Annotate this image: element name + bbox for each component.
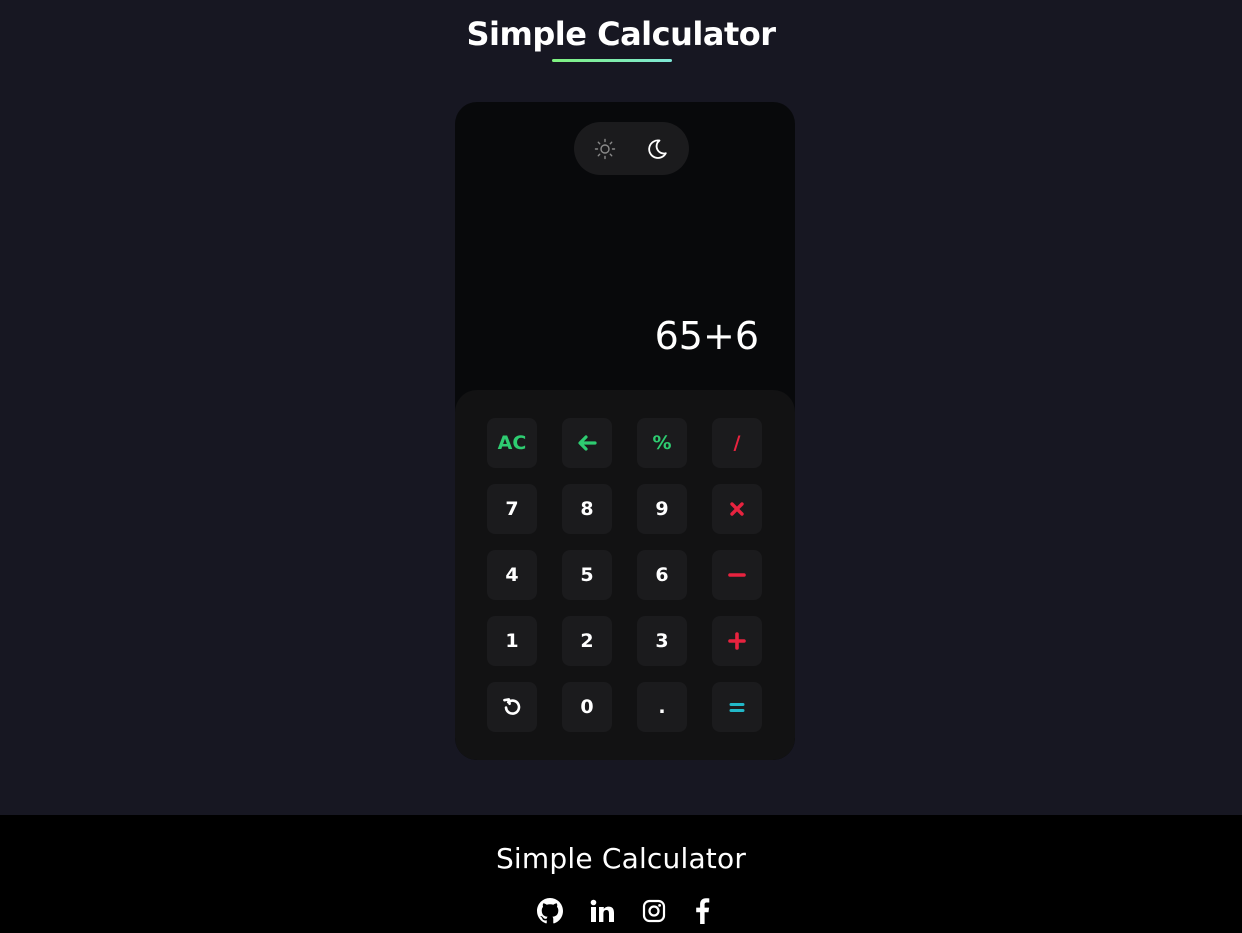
linkedin-icon [590,899,614,922]
digit-9-button[interactable]: 9 [637,484,687,534]
facebook-icon [696,898,710,924]
digit-4-button[interactable]: 4 [487,550,537,600]
arrow-left-icon [578,435,597,451]
equals-button[interactable] [712,682,762,732]
digit-5-button[interactable]: 5 [562,550,612,600]
linkedin-link[interactable] [588,897,616,925]
digit-2-button[interactable]: 2 [562,616,612,666]
digit-1-button[interactable]: 1 [487,616,537,666]
key-label: % [652,432,672,454]
key-label: 3 [655,630,669,652]
multiply-button[interactable] [712,484,762,534]
key-label: 5 [580,564,594,586]
digit-8-button[interactable]: 8 [562,484,612,534]
footer: Simple Calculator [0,815,1242,933]
reset-button[interactable] [487,682,537,732]
display-expression: 65+6 [654,314,759,358]
reset-icon [503,698,521,715]
key-label: 0 [580,696,594,718]
arrow-left-button[interactable] [562,418,612,468]
key-label: / [733,432,741,454]
key-label: AC [497,432,527,454]
light-theme-button[interactable] [592,136,618,162]
digit-6-button[interactable]: 6 [637,550,687,600]
key-label: . [658,696,666,718]
decimal-button[interactable]: . [637,682,687,732]
digit-7-button[interactable]: 7 [487,484,537,534]
equals-icon [729,703,745,712]
plus-button[interactable] [712,616,762,666]
clear-button[interactable]: AC [487,418,537,468]
keypad: AC% / 7 8 9 4 5 6 1 2 3 0. [455,390,795,760]
plus-icon [728,632,746,650]
key-label: 8 [580,498,594,520]
dark-theme-button[interactable] [644,136,670,162]
digit-3-button[interactable]: 3 [637,616,687,666]
footer-title: Simple Calculator [495,842,747,875]
digit-0-button[interactable]: 0 [562,682,612,732]
key-label: 1 [505,630,519,652]
minus-icon [728,573,746,577]
key-label: 7 [505,498,519,520]
key-label: 2 [580,630,594,652]
percent-button[interactable]: % [637,418,687,468]
instagram-link[interactable] [640,897,668,925]
key-label: 9 [655,498,669,520]
multiply-icon [730,502,744,516]
key-label: 6 [655,564,669,586]
calculator: 65+6 AC% / 7 8 9 4 5 6 1 2 3 0. [455,102,795,760]
minus-button[interactable] [712,550,762,600]
divide-button[interactable]: / [712,418,762,468]
sun-icon [594,138,616,160]
github-link[interactable] [536,897,564,925]
github-icon [537,898,563,924]
moon-icon [648,139,667,159]
page-title: Simple Calculator [466,15,777,53]
title-underline [552,59,672,62]
theme-toggle [574,122,689,175]
key-label: 4 [505,564,519,586]
instagram-icon [642,899,666,923]
facebook-link[interactable] [689,897,717,925]
